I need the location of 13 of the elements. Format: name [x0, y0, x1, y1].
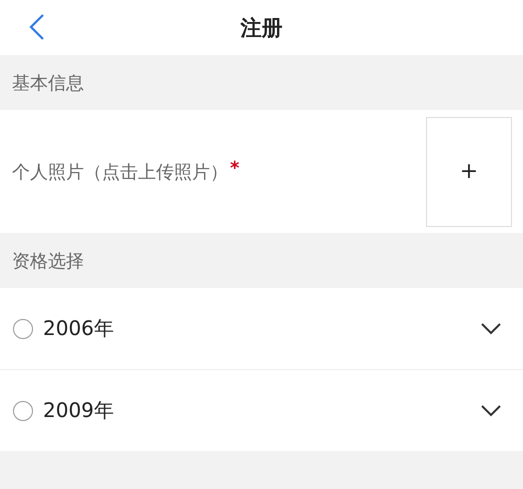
radio-button[interactable] — [13, 318, 33, 338]
upload-button[interactable]: + — [426, 116, 512, 226]
radio-button[interactable] — [13, 400, 33, 420]
chevron-down-icon[interactable] — [481, 404, 501, 416]
chevron-down-icon[interactable] — [481, 322, 501, 334]
page-title: 注册 — [240, 14, 282, 42]
option-label[interactable]: 2009年 — [43, 397, 114, 424]
option-label[interactable]: 2006年 — [43, 315, 114, 342]
back-icon[interactable] — [29, 13, 45, 41]
photo-label: 个人照片（点击上传照片） — [12, 160, 228, 184]
section-title: 资格选择 — [12, 250, 84, 272]
required-mark: * — [230, 158, 240, 179]
section-title: 基本信息 — [12, 72, 84, 94]
